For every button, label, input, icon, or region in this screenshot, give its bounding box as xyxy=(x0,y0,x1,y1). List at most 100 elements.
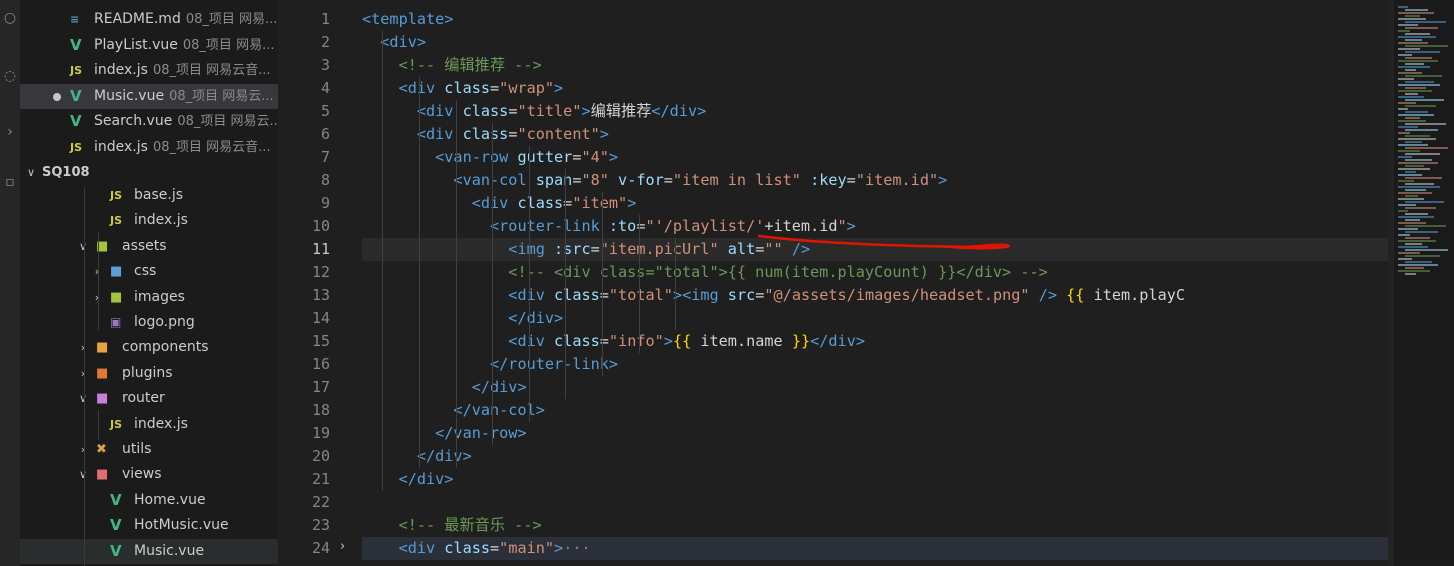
code-line[interactable]: <div class="item"> xyxy=(362,192,637,215)
minimap-line xyxy=(1398,18,1426,20)
breadcrumb xyxy=(278,0,1454,8)
tree-item[interactable]: V Home.vue xyxy=(20,488,278,513)
code-line[interactable]: <!-- 最新音乐 --> xyxy=(362,514,542,537)
code-line[interactable]: <van-col span="8" v-for="item in list" :… xyxy=(362,169,947,192)
minimap-line xyxy=(1398,204,1416,206)
code-line[interactable]: </van-row> xyxy=(362,422,526,445)
code-token: > xyxy=(554,79,564,97)
code-token: > xyxy=(599,125,609,143)
open-editor-item[interactable]: V Music.vue 08_项目 网易云... xyxy=(20,83,278,109)
indent-guide xyxy=(98,232,99,330)
chevron-down-icon: ∨ xyxy=(78,468,88,482)
open-editor-item[interactable]: ≡ README.md 08_项目 网易... xyxy=(20,7,278,32)
tree-item[interactable]: V Music.vue xyxy=(20,538,278,564)
code-token: <div xyxy=(362,125,463,143)
code-line[interactable]: <div class="info">{{ item.name }}</div> xyxy=(362,330,865,353)
line-number: 7 xyxy=(320,148,330,166)
tree-item[interactable]: V HotMusic.vue xyxy=(20,513,278,538)
minimap-line xyxy=(1405,177,1442,179)
code-token: <!-- 编辑推荐 --> xyxy=(362,56,542,74)
code-line[interactable]: <div class="content"> xyxy=(362,123,609,146)
tree-item[interactable]: JS base.js xyxy=(20,183,278,208)
tree-item[interactable]: JS index.js xyxy=(20,412,278,437)
line-number: 15 xyxy=(311,332,330,350)
indent-guide xyxy=(638,215,640,353)
code-token: "@/assets/images/headset.png" xyxy=(764,286,1039,304)
minimap-line xyxy=(1398,6,1408,8)
code-line[interactable]: </router-link> xyxy=(362,353,618,376)
minimap-line xyxy=(1405,231,1438,233)
code-token: > xyxy=(554,539,564,557)
code-line[interactable]: </div> xyxy=(362,468,454,491)
code-token: </div> xyxy=(362,378,527,396)
indent-guide xyxy=(675,238,677,330)
tree-item[interactable]: › ■ css xyxy=(20,259,278,284)
code-token: </div> xyxy=(810,332,865,350)
code-line[interactable]: <div class="wrap"> xyxy=(362,77,564,100)
tree-item[interactable]: › ■ components xyxy=(20,335,278,360)
code-token: class xyxy=(517,194,564,212)
code-line[interactable]: <div class="title">编辑推荐</div> xyxy=(362,100,706,123)
code-token: "info" xyxy=(608,332,664,350)
open-editor-item[interactable]: V PlayList.vue 08_项目 网易... xyxy=(20,33,278,58)
code-editor[interactable]: 1 2 3 4 5 6 7 8 9 10 11 12 13 14 15 16 17 18 19 20 21 22 23 24 ›… xyxy=(278,0,1454,566)
open-editor-item[interactable]: JS index.js 08_项目 网易云音... xyxy=(20,135,278,160)
minimap-line xyxy=(1405,189,1426,191)
open-editor-item[interactable]: V Search.vue 08_项目 网易云... xyxy=(20,109,278,134)
line-number: 12 xyxy=(311,263,330,281)
code-token: class xyxy=(462,125,509,143)
tree-item[interactable]: › ■ images xyxy=(20,285,278,310)
code-token: "4" xyxy=(581,148,609,166)
code-line[interactable]: </div> xyxy=(362,307,563,330)
minimap-line xyxy=(1405,267,1424,269)
tree-item[interactable]: ∨ ■ views xyxy=(20,462,278,487)
search-icon[interactable]: ○ xyxy=(0,10,20,26)
minimap-line xyxy=(1398,126,1418,128)
code-line[interactable]: <van-row gutter="4"> xyxy=(362,146,618,169)
chevron-right-icon: › xyxy=(94,265,100,279)
open-editor-item[interactable]: JS index.js 08_项目 网易云音... xyxy=(20,58,278,83)
code-token: <router-link xyxy=(362,217,609,235)
code-line[interactable]: <div> xyxy=(362,31,426,54)
tree-item[interactable]: JS index.js xyxy=(20,208,278,233)
file-name: PlayList.vue 08_项目 网易... xyxy=(94,36,275,53)
code-area[interactable]: <template> <div> <!-- 编辑推荐 --> <div clas… xyxy=(362,8,1422,566)
line-number: 2 xyxy=(320,33,330,51)
line-number: 8 xyxy=(320,171,330,189)
source-control-icon[interactable]: ◌ xyxy=(0,68,20,84)
tree-item[interactable]: › ✖ utils xyxy=(20,437,278,462)
extensions-icon[interactable]: ▫ xyxy=(0,174,20,190)
tree-item[interactable]: ∨ ■ assets xyxy=(20,234,278,259)
minimap-line xyxy=(1405,243,1422,245)
tree-item-label: plugins xyxy=(122,364,173,381)
folder-icon: ■ xyxy=(96,365,109,381)
minimap-line xyxy=(1405,159,1432,161)
code-token: class xyxy=(554,332,600,350)
code-line[interactable]: </div> xyxy=(362,376,527,399)
tree-item[interactable]: › ■ plugins xyxy=(20,361,278,386)
md-file-icon: ≡ xyxy=(70,13,80,26)
tree-item[interactable]: ∨ ■ router xyxy=(20,386,278,411)
code-line[interactable]: <template> xyxy=(362,8,453,31)
explorer-section-header[interactable]: ∨ SQ108 xyxy=(20,160,278,185)
code-token: </div> xyxy=(362,470,454,488)
code-line[interactable]: <div class="total"><img src="@/assets/im… xyxy=(362,284,1185,307)
minimap[interactable] xyxy=(1394,0,1454,566)
file-path: 08_项目 网易云... xyxy=(177,114,278,129)
tree-item-label: index.js xyxy=(134,212,188,229)
minimap-line xyxy=(1405,81,1434,83)
file-icon: V xyxy=(110,541,122,560)
run-icon[interactable]: › xyxy=(0,124,20,140)
minimap-line xyxy=(1405,9,1428,11)
line-number: 22 xyxy=(311,493,330,511)
code-line[interactable]: </van-col> xyxy=(362,399,544,422)
code-line[interactable]: <!-- 编辑推荐 --> xyxy=(362,54,542,77)
minimap-line xyxy=(1405,129,1438,131)
chevron-right-icon[interactable]: › xyxy=(340,539,345,554)
minimap-line xyxy=(1405,93,1418,95)
code-token: :to xyxy=(608,217,637,235)
minimap-line xyxy=(1405,45,1448,47)
tree-item-label: components xyxy=(122,339,209,356)
code-line[interactable]: <div class="main">··· xyxy=(362,537,1392,560)
tree-item[interactable]: ▣ logo.png xyxy=(20,310,278,335)
